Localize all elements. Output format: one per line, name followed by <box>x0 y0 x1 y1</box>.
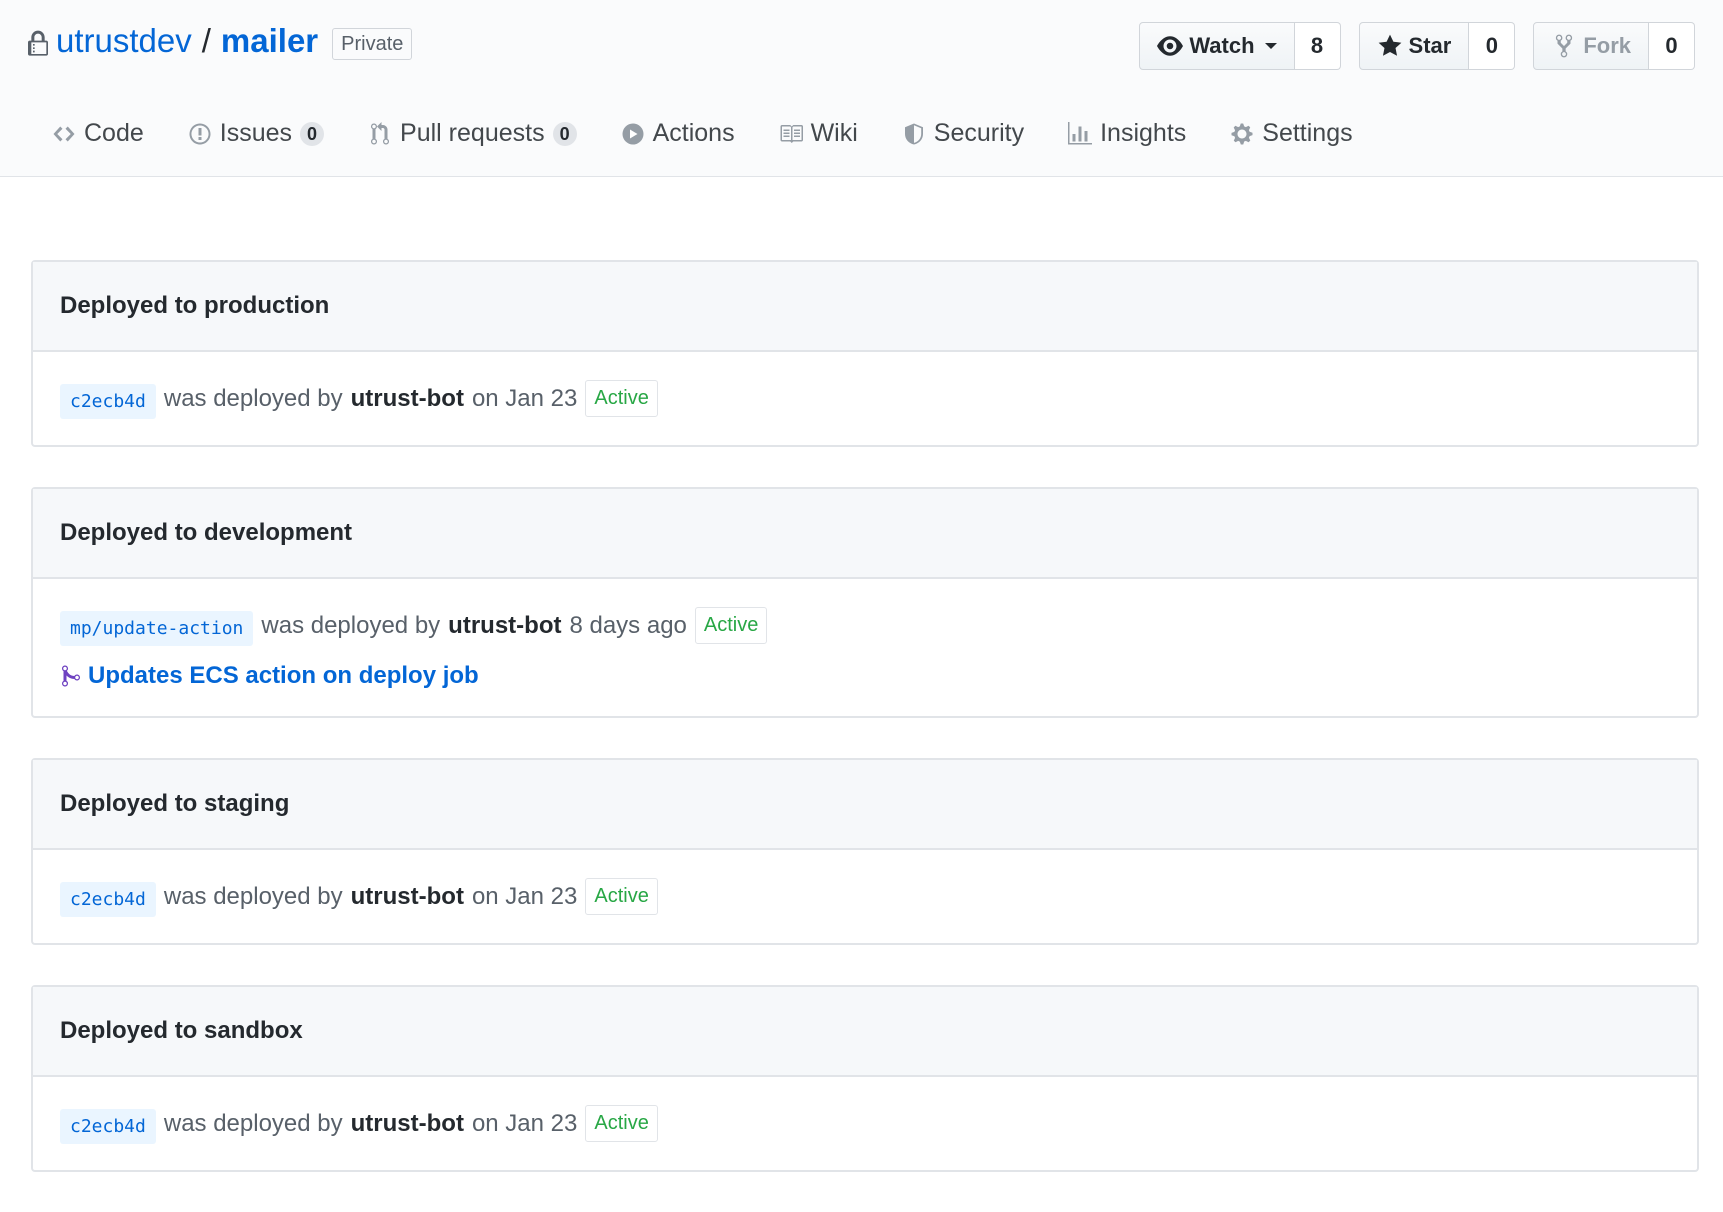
deployed-time: on Jan 23 <box>471 384 578 412</box>
eye-icon <box>1157 36 1184 56</box>
deployment-row: c2ecb4d was deployed by utrust-bot on Ja… <box>60 876 1670 917</box>
fork-count[interactable]: 0 <box>1649 22 1695 70</box>
star-button[interactable]: Star <box>1358 22 1470 70</box>
pull-request-icon <box>371 121 390 145</box>
merge-icon <box>62 665 80 687</box>
deployed-time: on Jan 23 <box>471 1109 578 1137</box>
deployer-link[interactable]: utrust-bot <box>448 612 561 640</box>
deployer-link[interactable]: utrust-bot <box>351 385 464 413</box>
deployed-time: on Jan 23 <box>471 882 578 910</box>
tab-issues[interactable]: Issues 0 <box>188 119 346 176</box>
repo-actions: Watch 8 Star 0 Fork 0 <box>1139 22 1695 70</box>
deployments-list: Deployed to production c2ecb4d was deplo… <box>31 260 1699 1212</box>
tab-pull-requests[interactable]: Pull requests 0 <box>368 119 599 176</box>
tab-insights[interactable]: Insights <box>1068 119 1208 176</box>
deployment-row: c2ecb4d was deployed by utrust-bot on Ja… <box>60 1103 1670 1144</box>
repo-nav-tabs: Code Issues 0 Pull requests 0 Actions Wi… <box>52 119 1397 176</box>
branch-ref-link[interactable]: mp/update-action <box>60 611 254 646</box>
tab-label: Code <box>84 119 144 147</box>
pull-requests-count: 0 <box>552 121 577 146</box>
commit-ref-link[interactable]: c2ecb4d <box>60 1109 156 1144</box>
deployed-by-text: was deployed by <box>163 384 343 412</box>
deployment-row: c2ecb4d was deployed by utrust-bot on Ja… <box>60 378 1670 419</box>
deployment-title: Deployed to sandbox <box>33 987 1697 1077</box>
watch-button[interactable]: Watch <box>1139 22 1295 70</box>
book-icon <box>780 124 803 143</box>
status-badge: Active <box>585 380 658 417</box>
deployer-link[interactable]: utrust-bot <box>351 1110 464 1138</box>
fork-label: Fork <box>1583 33 1631 58</box>
play-icon <box>622 123 644 144</box>
repo-title: utrustdev / mailer Private <box>28 22 413 60</box>
pull-request-title-link[interactable]: Updates ECS action on deploy job <box>88 662 479 690</box>
deployment-card: Deployed to development mp/update-action… <box>31 487 1699 718</box>
tab-code[interactable]: Code <box>52 119 166 176</box>
deployed-time: 8 days ago <box>569 611 687 639</box>
deployment-row: mp/update-action was deployed by utrust-… <box>60 605 1670 646</box>
star-group: Star 0 <box>1358 22 1516 70</box>
deployment-title: Deployed to development <box>33 489 1697 579</box>
tab-security[interactable]: Security <box>902 119 1046 176</box>
fork-icon <box>1556 34 1573 58</box>
deployment-title: Deployed to production <box>33 262 1697 352</box>
watch-group: Watch 8 <box>1139 22 1341 70</box>
tab-label: Issues <box>219 119 293 147</box>
status-badge: Active <box>694 607 768 644</box>
watch-count[interactable]: 8 <box>1294 22 1341 70</box>
fork-button[interactable]: Fork <box>1533 22 1649 70</box>
code-icon <box>53 126 75 141</box>
tab-label: Wiki <box>810 119 858 147</box>
deployed-by-text: was deployed by <box>163 1109 343 1137</box>
chevron-down-icon <box>1264 43 1277 49</box>
issue-icon <box>189 123 211 144</box>
status-badge: Active <box>585 878 658 915</box>
deployment-title: Deployed to staging <box>33 760 1697 850</box>
star-label: Star <box>1408 33 1452 58</box>
lock-icon <box>28 30 48 56</box>
tab-settings[interactable]: Settings <box>1230 119 1374 176</box>
deployer-link[interactable]: utrust-bot <box>351 883 464 911</box>
tab-wiki[interactable]: Wiki <box>779 119 880 176</box>
deployment-card: Deployed to staging c2ecb4d was deployed… <box>31 758 1699 945</box>
deployed-by-text: was deployed by <box>261 611 441 639</box>
issues-count: 0 <box>300 121 325 146</box>
private-label: Private <box>332 28 413 60</box>
gear-icon <box>1231 123 1253 144</box>
pull-request-link-row: Updates ECS action on deploy job <box>60 662 1670 690</box>
shield-icon <box>904 123 923 144</box>
fork-group: Fork 0 <box>1533 22 1695 70</box>
repo-owner-link[interactable]: utrustdev <box>56 22 192 60</box>
repo-name-link[interactable]: mailer <box>221 22 318 60</box>
commit-ref-link[interactable]: c2ecb4d <box>60 882 156 917</box>
watch-label: Watch <box>1189 33 1255 58</box>
tab-label: Insights <box>1100 119 1187 147</box>
tab-label: Actions <box>652 119 735 147</box>
tab-label: Settings <box>1262 119 1353 147</box>
tab-actions[interactable]: Actions <box>621 119 757 176</box>
repo-header: utrustdev / mailer Private Watch 8 Star … <box>0 0 1723 177</box>
tab-label: Security <box>933 119 1025 147</box>
star-icon <box>1378 34 1401 56</box>
tab-label: Pull requests <box>400 119 545 147</box>
deployment-card: Deployed to sandbox c2ecb4d was deployed… <box>31 985 1699 1172</box>
commit-ref-link[interactable]: c2ecb4d <box>60 384 156 419</box>
deployed-by-text: was deployed by <box>163 882 343 910</box>
path-separator: / <box>201 22 211 59</box>
status-badge: Active <box>585 1105 658 1142</box>
star-count[interactable]: 0 <box>1469 22 1516 70</box>
graph-icon <box>1068 121 1093 144</box>
deployment-card: Deployed to production c2ecb4d was deplo… <box>31 260 1699 447</box>
